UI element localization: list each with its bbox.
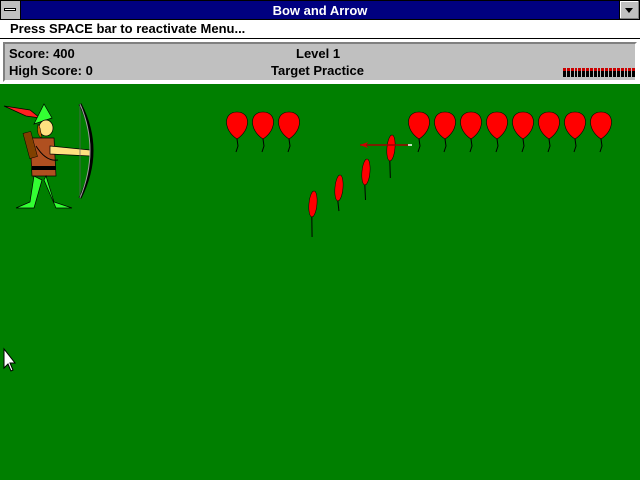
balloon-icon bbox=[486, 111, 508, 153]
arrow-remaining-icon bbox=[582, 68, 586, 77]
popped-balloon bbox=[386, 134, 396, 179]
balloon-icon bbox=[278, 111, 300, 153]
arrow-remaining-icon bbox=[578, 68, 582, 77]
mode-label: Target Practice bbox=[271, 63, 364, 78]
title-bar: Bow and Arrow bbox=[0, 0, 640, 20]
balloon-icon bbox=[252, 111, 274, 153]
arrow-remaining-icon bbox=[605, 68, 609, 77]
popped-balloons bbox=[308, 134, 396, 238]
arrow-remaining-icon bbox=[612, 68, 616, 77]
minimize-icon[interactable] bbox=[619, 1, 639, 19]
arrow-remaining-icon bbox=[628, 68, 632, 77]
popped-balloon bbox=[308, 190, 318, 238]
balloon-icon bbox=[460, 111, 482, 153]
balloon-icon bbox=[512, 111, 534, 153]
high-score-label: High Score: 0 bbox=[9, 63, 93, 78]
balloon-icon bbox=[408, 111, 430, 153]
arrow-remaining-icon bbox=[586, 68, 589, 77]
arrow-remaining-icon bbox=[589, 68, 593, 77]
balloon-icon bbox=[564, 111, 586, 153]
arrow-remaining-icon bbox=[570, 68, 574, 77]
arrows-remaining-indicator bbox=[563, 68, 636, 77]
arrow-remaining-icon bbox=[597, 68, 601, 77]
archer-sprite bbox=[3, 103, 94, 209]
arrow-remaining-icon bbox=[601, 68, 605, 77]
level-label: Level 1 bbox=[296, 46, 341, 61]
arrow-remaining-icon bbox=[632, 68, 636, 77]
popped-balloon bbox=[334, 174, 344, 212]
arrow-remaining-icon bbox=[616, 68, 620, 77]
arrow-remaining-icon bbox=[566, 68, 570, 77]
score-label: Score: 400 bbox=[9, 46, 75, 61]
balloon-icon bbox=[538, 111, 560, 153]
status-panel: Score: 400 High Score: 0 Level 1 Target … bbox=[3, 42, 637, 82]
balloon-icon bbox=[434, 111, 456, 153]
menu-message-bar[interactable]: Press SPACE bar to reactivate Menu... bbox=[0, 20, 640, 39]
system-menu-icon[interactable] bbox=[1, 1, 21, 19]
arrow-icon bbox=[360, 142, 412, 148]
mouse-cursor-icon bbox=[3, 347, 17, 372]
arrow-remaining-icon bbox=[624, 68, 628, 77]
game-field[interactable] bbox=[0, 84, 640, 480]
balloon-icon bbox=[590, 111, 612, 153]
arrow-remaining-icon bbox=[593, 68, 597, 77]
arrow-remaining-icon bbox=[620, 68, 624, 77]
arrow-remaining-icon bbox=[609, 68, 612, 77]
arrow-remaining-icon bbox=[563, 68, 566, 77]
menu-message: Press SPACE bar to reactivate Menu... bbox=[10, 21, 246, 36]
balloon-icon bbox=[226, 111, 248, 153]
window-title: Bow and Arrow bbox=[272, 3, 368, 18]
balloon-row bbox=[226, 111, 612, 153]
arrow-remaining-icon bbox=[574, 68, 578, 77]
popped-balloon bbox=[361, 158, 371, 201]
playfield-graphics bbox=[3, 103, 612, 372]
